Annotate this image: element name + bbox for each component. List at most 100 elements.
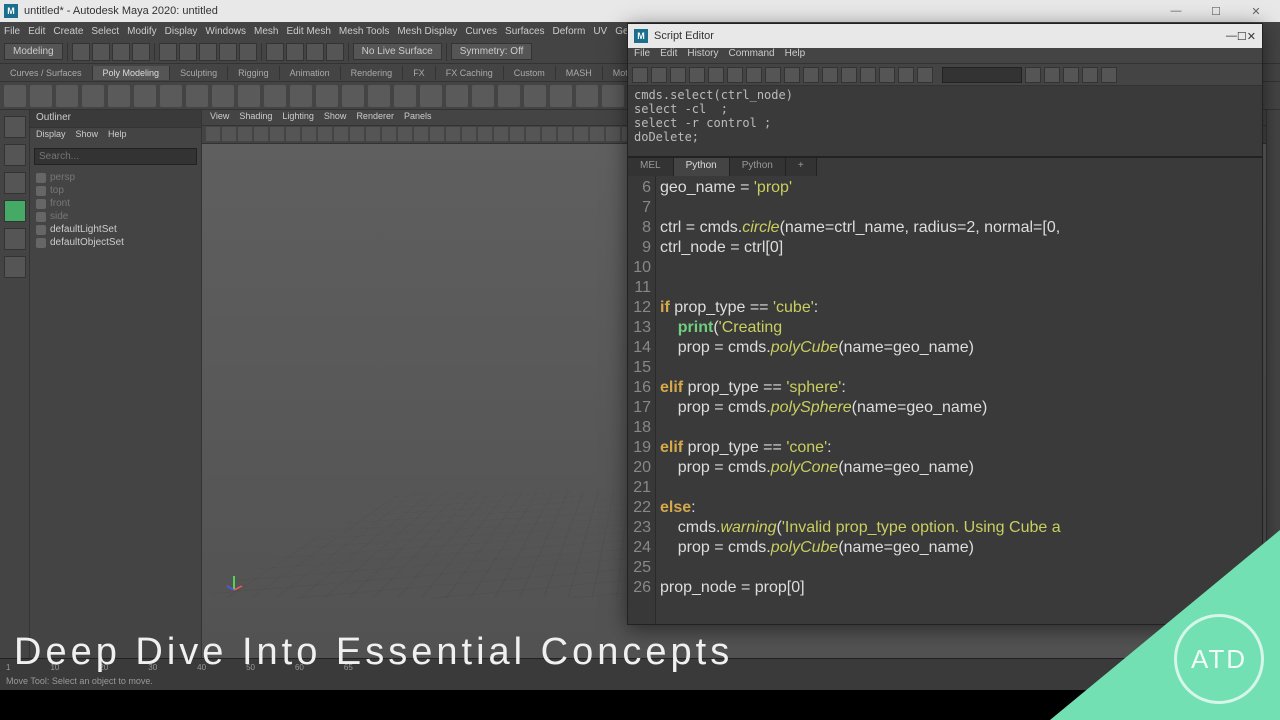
shelf-tab[interactable]: Rigging (228, 66, 280, 80)
move-tool[interactable] (4, 200, 26, 222)
viewport-menu-item[interactable]: Renderer (356, 111, 394, 124)
se-toolbar-icon[interactable] (1101, 67, 1117, 83)
shelf-tab[interactable]: MASH (556, 66, 603, 80)
menu-mesh[interactable]: Mesh (254, 26, 278, 37)
outliner-menu-item[interactable]: Display (36, 129, 66, 143)
shelf-icon[interactable] (132, 43, 150, 61)
shelf-button[interactable] (212, 85, 234, 107)
viewport-toolbar-icon[interactable] (238, 127, 252, 141)
viewport-menu-item[interactable]: View (210, 111, 229, 124)
viewport-toolbar-icon[interactable] (286, 127, 300, 141)
shelf-tab[interactable]: Poly Modeling (93, 66, 171, 80)
shelf-icon[interactable] (179, 43, 197, 61)
shelf-button[interactable] (264, 85, 286, 107)
shelf-button[interactable] (186, 85, 208, 107)
viewport-toolbar-icon[interactable] (446, 127, 460, 141)
se-toolbar-icon[interactable] (879, 67, 895, 83)
shelf-button[interactable] (108, 85, 130, 107)
shelf-button[interactable] (576, 85, 598, 107)
se-toolbar-icon[interactable] (822, 67, 838, 83)
viewport-toolbar-icon[interactable] (462, 127, 476, 141)
se-toolbar-icon[interactable] (708, 67, 724, 83)
outliner-item[interactable]: side (36, 210, 195, 223)
viewport-toolbar-icon[interactable] (558, 127, 572, 141)
shelf-icon[interactable] (159, 43, 177, 61)
se-menu-item[interactable]: History (687, 48, 718, 63)
se-toolbar-icon[interactable] (1025, 67, 1041, 83)
outliner-item[interactable]: top (36, 184, 195, 197)
menu-display[interactable]: Display (165, 26, 198, 37)
shelf-button[interactable] (290, 85, 312, 107)
viewport-toolbar-icon[interactable] (254, 127, 268, 141)
viewport-toolbar-icon[interactable] (318, 127, 332, 141)
workspace-dropdown[interactable]: Modeling (4, 43, 63, 60)
se-toolbar-icon[interactable] (917, 67, 933, 83)
shelf-button[interactable] (134, 85, 156, 107)
se-menu-item[interactable]: File (634, 48, 650, 63)
shelf-button[interactable] (550, 85, 572, 107)
shelf-tab[interactable]: Animation (280, 66, 341, 80)
viewport-toolbar-icon[interactable] (526, 127, 540, 141)
viewport-menu-item[interactable]: Lighting (282, 111, 314, 124)
shelf-button[interactable] (472, 85, 494, 107)
shelf-icon[interactable] (112, 43, 130, 61)
se-toolbar-icon[interactable] (632, 67, 648, 83)
viewport-menu-item[interactable]: Show (324, 111, 347, 124)
script-editor-history[interactable]: cmds.select(ctrl_node) select -cl ; sele… (628, 86, 1262, 158)
shelf-icon[interactable] (286, 43, 304, 61)
menu-surfaces[interactable]: Surfaces (505, 26, 544, 37)
rotate-tool[interactable] (4, 228, 26, 250)
menu-create[interactable]: Create (53, 26, 83, 37)
shelf-tab[interactable]: Custom (504, 66, 556, 80)
se-toolbar-icon[interactable] (898, 67, 914, 83)
viewport-menu-item[interactable]: Panels (404, 111, 432, 124)
se-toolbar-icon[interactable] (803, 67, 819, 83)
se-tab[interactable]: Python (730, 158, 786, 176)
close-button[interactable]: ✕ (1247, 30, 1256, 43)
se-toolbar-icon[interactable] (727, 67, 743, 83)
se-toolbar-icon[interactable] (1082, 67, 1098, 83)
se-toolbar-icon[interactable] (651, 67, 667, 83)
menu-curves[interactable]: Curves (465, 26, 497, 37)
shelf-button[interactable] (602, 85, 624, 107)
viewport-toolbar-icon[interactable] (398, 127, 412, 141)
se-toolbar-icon[interactable] (784, 67, 800, 83)
menu-deform[interactable]: Deform (553, 26, 586, 37)
se-tab[interactable]: Python (674, 158, 730, 176)
viewport-toolbar-icon[interactable] (430, 127, 444, 141)
shelf-button[interactable] (394, 85, 416, 107)
shelf-icon[interactable] (266, 43, 284, 61)
shelf-button[interactable] (316, 85, 338, 107)
menu-modify[interactable]: Modify (127, 26, 156, 37)
shelf-tab[interactable]: Sculpting (170, 66, 228, 80)
shelf-button[interactable] (238, 85, 260, 107)
viewport-toolbar-icon[interactable] (510, 127, 524, 141)
shelf-icon[interactable] (199, 43, 217, 61)
se-toolbar-icon[interactable] (1063, 67, 1079, 83)
menu-mesh-display[interactable]: Mesh Display (397, 26, 457, 37)
outliner-item[interactable]: front (36, 197, 195, 210)
shelf-tab[interactable]: FX Caching (436, 66, 504, 80)
se-toolbar-icon[interactable] (689, 67, 705, 83)
se-search-input[interactable] (942, 67, 1022, 83)
shelf-button[interactable] (30, 85, 52, 107)
outliner-menu-item[interactable]: Show (76, 129, 99, 143)
lasso-tool[interactable] (4, 144, 26, 166)
shelf-icon[interactable] (326, 43, 344, 61)
viewport-toolbar-icon[interactable] (606, 127, 620, 141)
menu-windows[interactable]: Windows (205, 26, 246, 37)
outliner-item[interactable]: defaultObjectSet (36, 236, 195, 249)
outliner-search-input[interactable] (34, 148, 197, 165)
shelf-icon[interactable] (306, 43, 324, 61)
shelf-button[interactable] (342, 85, 364, 107)
shelf-button[interactable] (160, 85, 182, 107)
se-menu-item[interactable]: Command (728, 48, 774, 63)
viewport-menu-item[interactable]: Shading (239, 111, 272, 124)
se-tab[interactable]: + (786, 158, 817, 176)
maximize-button[interactable]: ☐ (1237, 30, 1247, 43)
viewport-toolbar-icon[interactable] (478, 127, 492, 141)
outliner-item[interactable]: persp (36, 171, 195, 184)
viewport-toolbar-icon[interactable] (574, 127, 588, 141)
se-toolbar-icon[interactable] (841, 67, 857, 83)
live-surface-dropdown[interactable]: No Live Surface (353, 43, 442, 60)
